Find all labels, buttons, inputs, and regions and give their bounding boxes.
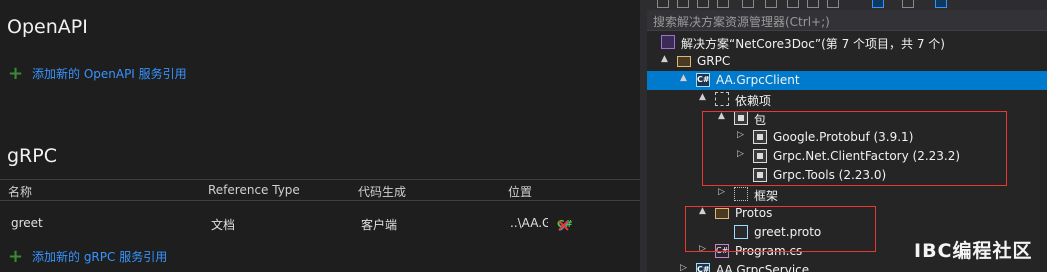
toolbar-active-view-icon[interactable]	[935, 0, 947, 8]
connected-services-panel: OpenAPI + 添加新的 OpenAPI 服务引用 gRPC 名称 Refe…	[0, 0, 640, 272]
expanded-arrow-icon[interactable]: ▲	[661, 54, 671, 64]
openapi-section-title: OpenAPI	[7, 16, 88, 38]
csharp-project-icon: C#	[696, 73, 710, 87]
tree-node-label: 解决方案“NetCore3Doc”(第 7 个项目，共 7 个)	[681, 37, 945, 51]
expanded-arrow-icon[interactable]: ▲	[699, 92, 709, 102]
panel-splitter[interactable]	[640, 0, 647, 272]
column-header-name[interactable]: 名称	[8, 183, 32, 200]
column-header-location[interactable]: 位置	[508, 183, 532, 200]
cell-reference-type: 文档	[211, 218, 236, 232]
add-icon: +	[8, 245, 24, 267]
table-row[interactable]: greet 文档 客户端 ..\AA.G C#	[0, 213, 640, 235]
toolbar-refresh-icon[interactable]	[787, 0, 799, 8]
cell-codegen: 客户端	[361, 218, 398, 232]
tree-node-label: 依赖项	[735, 94, 772, 108]
add-grpc-reference-link[interactable]: + 添加新的 gRPC 服务引用	[8, 245, 168, 267]
add-grpc-reference-label: 添加新的 gRPC 服务引用	[32, 250, 168, 264]
grpc-section-title: gRPC	[7, 145, 57, 167]
framework-icon	[734, 187, 748, 201]
toolbar-switch-view-icon[interactable]	[717, 0, 729, 8]
toolbar-collapse-all-icon[interactable]	[807, 0, 819, 8]
cell-name: greet	[11, 216, 43, 230]
highlight-box-packages	[702, 111, 1007, 186]
cell-location: ..\AA.G	[510, 216, 548, 230]
watermark: IBC编程社区	[914, 240, 1033, 262]
csharp-project-icon: C#	[696, 263, 710, 272]
expanded-arrow-icon[interactable]: ▲	[680, 73, 690, 83]
delete-x-icon[interactable]	[557, 219, 570, 232]
solution-explorer: 搜索解决方案资源管理器(Ctrl+;) 解决方案“NetCore3Doc”(第 …	[647, 0, 1047, 272]
tree-node-label: GRPC	[697, 54, 731, 68]
column-header-codegen[interactable]: 代码生成	[358, 183, 406, 200]
toolbar-preview-icon[interactable]	[902, 0, 914, 8]
search-solution-explorer-input[interactable]: 搜索解决方案资源管理器(Ctrl+;)	[647, 10, 1047, 31]
grpc-grid-header: 名称 Reference Type 代码生成 位置	[0, 179, 640, 201]
collapsed-arrow-icon[interactable]: ▷	[718, 187, 728, 197]
tree-node[interactable]: 解决方案“NetCore3Doc”(第 7 个项目，共 7 个)	[647, 33, 1047, 52]
toolbar-properties-icon[interactable]	[872, 0, 884, 8]
highlight-box-protos	[685, 206, 876, 252]
column-header-reference-type[interactable]: Reference Type	[208, 183, 300, 197]
add-openapi-reference-label: 添加新的 OpenAPI 服务引用	[32, 67, 187, 81]
solution-icon	[661, 35, 675, 49]
dependencies-icon	[715, 92, 729, 106]
tree-node-label: AA.GrpcClient	[716, 73, 800, 87]
tree-node[interactable]: ▲ 依赖项	[647, 90, 1047, 109]
tree-node[interactable]: ▲ GRPC	[647, 52, 1047, 71]
solution-explorer-toolbar	[647, 0, 1047, 10]
toolbar-sync-icon[interactable]	[765, 0, 777, 8]
toolbar-show-all-files-icon[interactable]	[827, 0, 839, 8]
toolbar-back-icon[interactable]	[657, 0, 669, 8]
tree-node-label: 框架	[754, 189, 779, 203]
toolbar-home-icon[interactable]	[697, 0, 709, 8]
add-openapi-reference-link[interactable]: + 添加新的 OpenAPI 服务引用	[8, 62, 187, 84]
folder-icon	[677, 56, 691, 67]
add-icon: +	[8, 62, 24, 84]
tree-node[interactable]: ▲ C# AA.GrpcClient	[647, 71, 1047, 90]
toolbar-forward-icon[interactable]	[677, 0, 689, 8]
toolbar-pending-changes-icon[interactable]	[742, 0, 754, 8]
tree-node[interactable]: ▷ 框架	[647, 185, 1047, 204]
tree-node-label: AA.GrpcService	[716, 263, 810, 272]
collapsed-arrow-icon[interactable]: ▷	[680, 263, 690, 272]
